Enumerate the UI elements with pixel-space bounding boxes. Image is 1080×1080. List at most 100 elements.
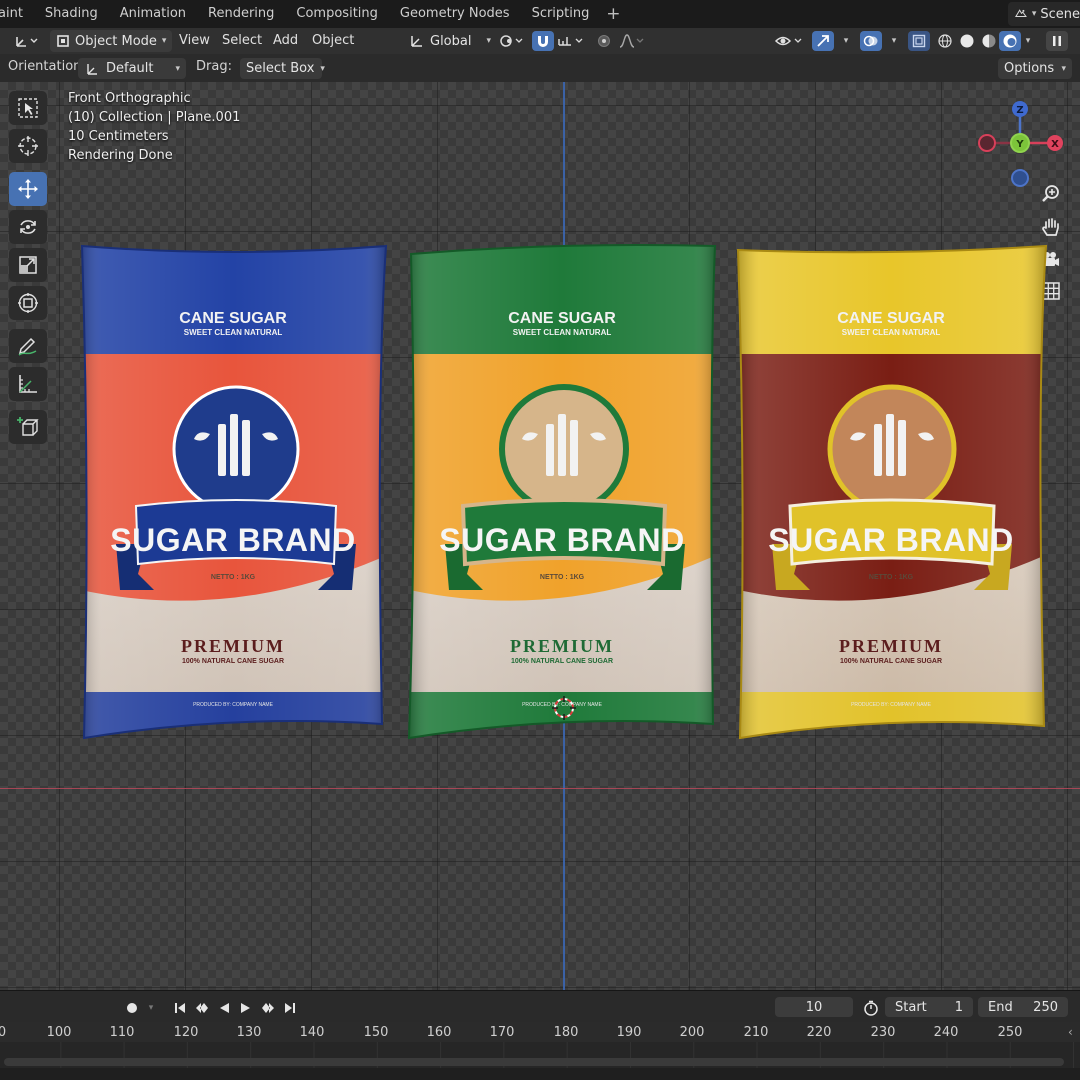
add-cube-tool[interactable]: [9, 410, 47, 444]
sugar-bag-yellow[interactable]: CANE SUGAR SWEET CLEAN NATURAL SUGAR BRA…: [734, 244, 1048, 740]
pause-icon: [1053, 36, 1061, 46]
play-button[interactable]: [236, 998, 256, 1018]
snap-target-button[interactable]: [555, 31, 587, 51]
next-keyframe-icon: [262, 1003, 274, 1013]
tab-paint[interactable]: aint: [0, 0, 34, 28]
bag-producer: PRODUCED BY: COMPANY NAME: [193, 702, 273, 708]
scene-label: Scene: [1040, 6, 1080, 22]
shading-rendered-button[interactable]: [999, 31, 1021, 51]
play-reverse-button[interactable]: [214, 998, 234, 1018]
transform-tool[interactable]: [9, 286, 47, 320]
mode-dropdown[interactable]: Object Mode ▾: [50, 30, 173, 52]
bag-top-text: CANE SUGAR: [508, 310, 616, 327]
ruler-tick: 120: [173, 1025, 199, 1040]
keyframe-record-button[interactable]: [122, 998, 142, 1018]
rotate-tool[interactable]: [9, 210, 47, 244]
sugar-bag-blue[interactable]: CANE SUGAR SWEET CLEAN NATURAL SUGAR BRA…: [76, 244, 390, 740]
shading-material-button[interactable]: [978, 31, 1000, 51]
overlay-menu-button[interactable]: ▾: [883, 31, 905, 51]
menu-view[interactable]: View: [179, 30, 210, 52]
xray-toggle[interactable]: [908, 31, 930, 51]
ruler-tick: 170: [489, 1025, 515, 1040]
bag-natural: 100% NATURAL CANE SUGAR: [510, 658, 614, 665]
zoom-button[interactable]: [1036, 179, 1066, 209]
timeline-scrollbar[interactable]: [4, 1058, 1064, 1066]
tab-scripting[interactable]: Scripting: [521, 0, 601, 28]
scale-tool[interactable]: [9, 248, 47, 282]
bag-netto: NETTO : 1KG: [868, 574, 914, 581]
menu-object[interactable]: Object: [312, 30, 354, 52]
shading-solid-button[interactable]: [956, 31, 978, 51]
drag-label: Drag:: [196, 59, 232, 74]
measure-tool[interactable]: [9, 367, 47, 401]
bag-premium: PREMIUM: [839, 636, 943, 656]
axis-editor-icon: [16, 37, 38, 47]
timeline-header: ▾ 10 Start 1 End 250: [0, 990, 1080, 1022]
editor-type-button[interactable]: [10, 31, 42, 51]
scene-selector[interactable]: ▾ Scene: [1008, 2, 1080, 26]
bag-natural: 100% NATURAL CANE SUGAR: [181, 658, 285, 665]
viewport-header: Object Mode ▾ View Select Add Object Glo…: [0, 28, 1080, 54]
start-label: Start: [895, 999, 927, 1015]
orientation-label: Global: [430, 33, 472, 49]
end-frame-field[interactable]: End 250: [978, 997, 1068, 1017]
tab-rendering[interactable]: Rendering: [197, 0, 285, 28]
overlays-icon: [863, 35, 878, 47]
cursor-tool[interactable]: [9, 129, 47, 163]
current-frame-field[interactable]: 10: [775, 997, 853, 1017]
proportional-edit-toggle[interactable]: [593, 31, 615, 51]
transform-icon: [18, 293, 38, 313]
gizmo-menu-button[interactable]: ▾: [835, 31, 857, 51]
prev-keyframe-button[interactable]: [192, 998, 212, 1018]
jump-end-button[interactable]: [280, 998, 300, 1018]
pivot-point-button[interactable]: [496, 31, 526, 51]
collapse-arrow-icon[interactable]: ‹: [1068, 1025, 1073, 1039]
workspace-tab-bar: aint Shading Animation Rendering Composi…: [0, 0, 1080, 28]
falloff-button[interactable]: [616, 31, 646, 51]
visibility-button[interactable]: [772, 31, 806, 51]
ruler-tick: 220: [806, 1025, 832, 1040]
move-tool[interactable]: [9, 172, 47, 206]
next-keyframe-button[interactable]: [258, 998, 278, 1018]
overlay-toggle[interactable]: [860, 31, 882, 51]
add-workspace-button[interactable]: +: [600, 4, 626, 24]
keying-menu-button[interactable]: ▾: [144, 998, 158, 1018]
start-frame-field[interactable]: Start 1: [885, 997, 973, 1017]
menu-select[interactable]: Select: [222, 30, 262, 52]
tab-shading[interactable]: Shading: [34, 0, 109, 28]
menu-add[interactable]: Add: [273, 30, 298, 52]
annotate-tool[interactable]: [9, 329, 47, 363]
orientation-dropdown[interactable]: Default ▾: [78, 58, 186, 79]
tab-geometry-nodes[interactable]: Geometry Nodes: [389, 0, 521, 28]
pause-render-button[interactable]: [1046, 31, 1068, 51]
bag-premium: PREMIUM: [181, 636, 285, 656]
tab-animation[interactable]: Animation: [109, 0, 197, 28]
options-dropdown[interactable]: Options ▾: [998, 58, 1072, 79]
select-box-tool[interactable]: [9, 91, 47, 125]
orientation-default-icon: [87, 63, 97, 75]
neg-z-axis-handle[interactable]: [1011, 169, 1029, 187]
ruler-tick: 250: [997, 1025, 1023, 1040]
pan-button[interactable]: [1036, 212, 1066, 242]
navigation-gizmo[interactable]: Z X Y: [970, 90, 1070, 190]
gizmo-toggle[interactable]: [812, 31, 834, 51]
snap-toggle[interactable]: [532, 31, 554, 51]
chevron-down-icon: ▾: [486, 36, 492, 46]
timeline-ruler[interactable]: 0 100 110 120 130 140 150 160 170 180 19…: [0, 1022, 1080, 1042]
ruler-tick: 150: [363, 1025, 389, 1040]
sugar-bag-green[interactable]: CANE SUGAR SWEET CLEAN NATURAL SUGAR BRA…: [405, 244, 719, 740]
shading-menu-button[interactable]: ▾: [1020, 31, 1036, 51]
use-preview-range-toggle[interactable]: [861, 998, 881, 1018]
tab-compositing[interactable]: Compositing: [285, 0, 389, 28]
transform-orientation-dropdown[interactable]: Global ▾: [403, 30, 497, 52]
pivot-icon: [500, 35, 523, 47]
jump-start-button[interactable]: [170, 998, 190, 1018]
3d-cursor[interactable]: [552, 696, 576, 720]
drag-dropdown[interactable]: Select Box ▾: [240, 58, 325, 79]
scene-icon: [1014, 9, 1027, 18]
shading-wireframe-button[interactable]: [934, 31, 956, 51]
grid-scale: 10 Centimeters: [68, 129, 169, 144]
neg-x-axis-handle[interactable]: [978, 134, 996, 152]
ruler-tick: 180: [553, 1025, 579, 1040]
collection-info: (10) Collection | Plane.001: [68, 110, 241, 125]
